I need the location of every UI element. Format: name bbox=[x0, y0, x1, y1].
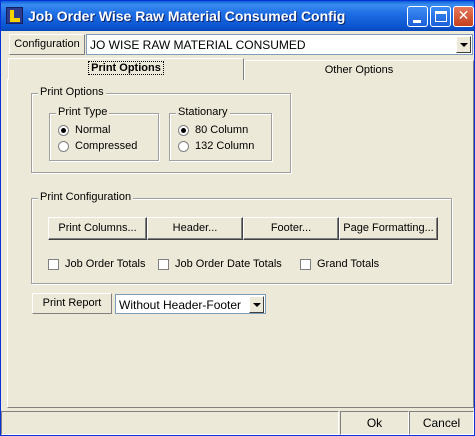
checkbox-job-order-totals[interactable]: Job Order Totals bbox=[48, 258, 146, 270]
radio-button[interactable] bbox=[58, 140, 69, 152]
radio-label: Compressed bbox=[75, 140, 138, 153]
window-title: Job Order Wise Raw Material Consumed Con… bbox=[28, 8, 346, 24]
group-legend: Print Options bbox=[38, 86, 106, 98]
header-button[interactable]: Header... bbox=[147, 217, 243, 240]
radio-button[interactable] bbox=[58, 124, 69, 136]
configuration-dropdown[interactable]: JO WISE RAW MATERIAL CONSUMED bbox=[86, 34, 473, 55]
tab-other-options[interactable]: Other Options bbox=[244, 60, 474, 80]
checkbox[interactable] bbox=[300, 258, 311, 270]
group-legend: Print Type bbox=[56, 106, 110, 118]
checkbox-label: Job Order Totals bbox=[65, 258, 146, 271]
chevron-down-icon[interactable] bbox=[249, 296, 264, 313]
dialog-window: Job Order Wise Raw Material Consumed Con… bbox=[0, 0, 475, 436]
cancel-button[interactable]: Cancel bbox=[409, 411, 474, 435]
print-report-value: Without Header-Footer bbox=[119, 298, 242, 312]
radio-label: 132 Column bbox=[195, 140, 255, 153]
maximize-icon bbox=[435, 11, 447, 22]
checkbox-label: Grand Totals bbox=[317, 258, 380, 271]
configuration-value: JO WISE RAW MATERIAL CONSUMED bbox=[90, 38, 306, 52]
print-report-label: Print Report bbox=[32, 293, 112, 314]
print-configuration-group: Print Configuration bbox=[31, 191, 452, 284]
print-report-dropdown[interactable]: Without Header-Footer bbox=[115, 294, 266, 314]
radio-normal[interactable]: Normal bbox=[58, 124, 110, 136]
radio-button[interactable] bbox=[178, 124, 189, 136]
radio-132-column[interactable]: 132 Column bbox=[178, 140, 254, 152]
radio-80-column[interactable]: 80 Column bbox=[178, 124, 248, 136]
page-formatting-button[interactable]: Page Formatting... bbox=[339, 217, 438, 240]
group-legend: Stationary bbox=[176, 106, 230, 118]
tab-label: Print Options bbox=[88, 61, 164, 75]
ok-button[interactable]: Ok bbox=[340, 411, 409, 435]
print-columns-button[interactable]: Print Columns... bbox=[48, 217, 147, 240]
close-icon: ✕ bbox=[457, 8, 470, 24]
tab-label: Other Options bbox=[324, 64, 394, 76]
minimize-icon bbox=[413, 20, 421, 23]
footer-button[interactable]: Footer... bbox=[243, 217, 339, 240]
maximize-button[interactable] bbox=[430, 6, 451, 27]
checkbox[interactable] bbox=[158, 258, 169, 270]
tab-print-options[interactable]: Print Options bbox=[8, 58, 244, 80]
stationary-group: Stationary bbox=[169, 106, 272, 161]
checkbox-job-order-date-totals[interactable]: Job Order Date Totals bbox=[158, 258, 282, 270]
checkbox-label: Job Order Date Totals bbox=[175, 258, 282, 271]
status-bar: Ok Cancel bbox=[1, 411, 474, 435]
radio-button[interactable] bbox=[178, 140, 189, 152]
radio-label: Normal bbox=[75, 124, 111, 137]
print-type-group: Print Type bbox=[49, 106, 159, 161]
group-legend: Print Configuration bbox=[38, 191, 134, 203]
close-button[interactable]: ✕ bbox=[453, 6, 474, 27]
radio-compressed[interactable]: Compressed bbox=[58, 140, 137, 152]
radio-label: 80 Column bbox=[195, 124, 249, 137]
title-bar[interactable]: Job Order Wise Raw Material Consumed Con… bbox=[1, 1, 474, 31]
app-logo-icon[interactable] bbox=[6, 7, 23, 24]
checkbox-grand-totals[interactable]: Grand Totals bbox=[300, 258, 379, 270]
minimize-button[interactable] bbox=[407, 6, 428, 27]
checkbox[interactable] bbox=[48, 258, 59, 270]
chevron-down-icon[interactable] bbox=[456, 36, 471, 53]
configuration-label: Configuration bbox=[9, 34, 85, 55]
status-panel bbox=[1, 411, 339, 435]
